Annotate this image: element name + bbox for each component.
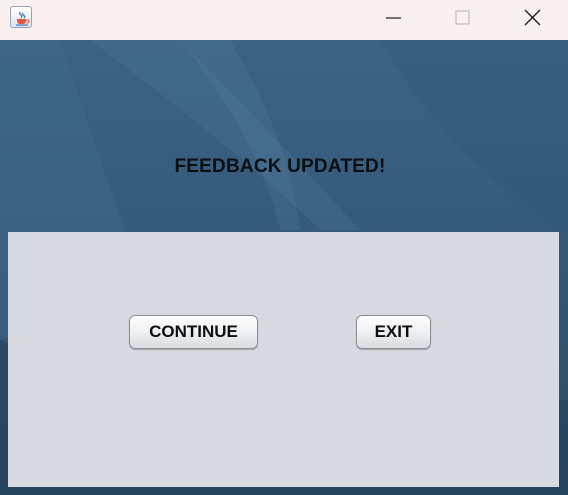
maximize-button[interactable] (439, 0, 485, 36)
minimize-button[interactable] (371, 0, 417, 36)
feedback-message: FEEDBACK UPDATED! (174, 156, 386, 177)
content-area: FEEDBACK UPDATED! CONTINUE EXIT (0, 40, 568, 495)
title-bar[interactable] (0, 0, 568, 40)
minimize-icon (386, 17, 401, 19)
button-panel: CONTINUE EXIT (8, 232, 559, 487)
app-window: FEEDBACK UPDATED! CONTINUE EXIT (0, 0, 568, 495)
close-icon (524, 9, 541, 26)
java-cup-icon[interactable] (10, 6, 32, 28)
close-button[interactable] (510, 0, 556, 36)
exit-button[interactable]: EXIT (356, 315, 431, 349)
maximize-icon (455, 10, 470, 25)
continue-button[interactable]: CONTINUE (129, 315, 258, 349)
